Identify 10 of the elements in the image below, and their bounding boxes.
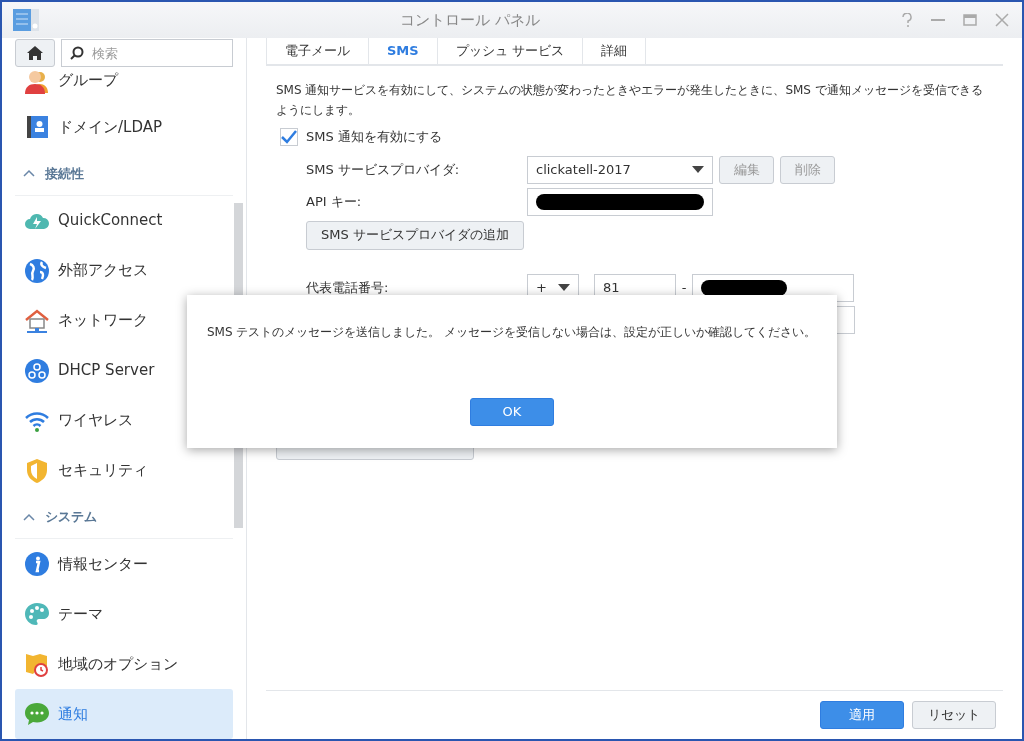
checkbox-label: SMS 通知を有効にする	[306, 128, 442, 146]
section-header: 接続性	[45, 164, 84, 183]
field-label: SMS サービスプロバイダ:	[306, 160, 461, 179]
description: SMS 通知サービスを有効にして、システムの状態が変わったときやエラーが発生したときに、SMS で通知メッセージを受信できるようにします。	[276, 82, 983, 119]
section-header: システム	[45, 508, 97, 527]
field-label: 代表電話番号:	[306, 278, 390, 297]
dialog-message: SMS テストのメッセージを送信しました。 メッセージを受信しない場合は、設定が正しいか確認してください。	[207, 324, 817, 341]
field-label: API キー:	[306, 192, 363, 211]
window-title: コントロール パネル	[399, 9, 541, 31]
separator: -	[680, 278, 688, 297]
